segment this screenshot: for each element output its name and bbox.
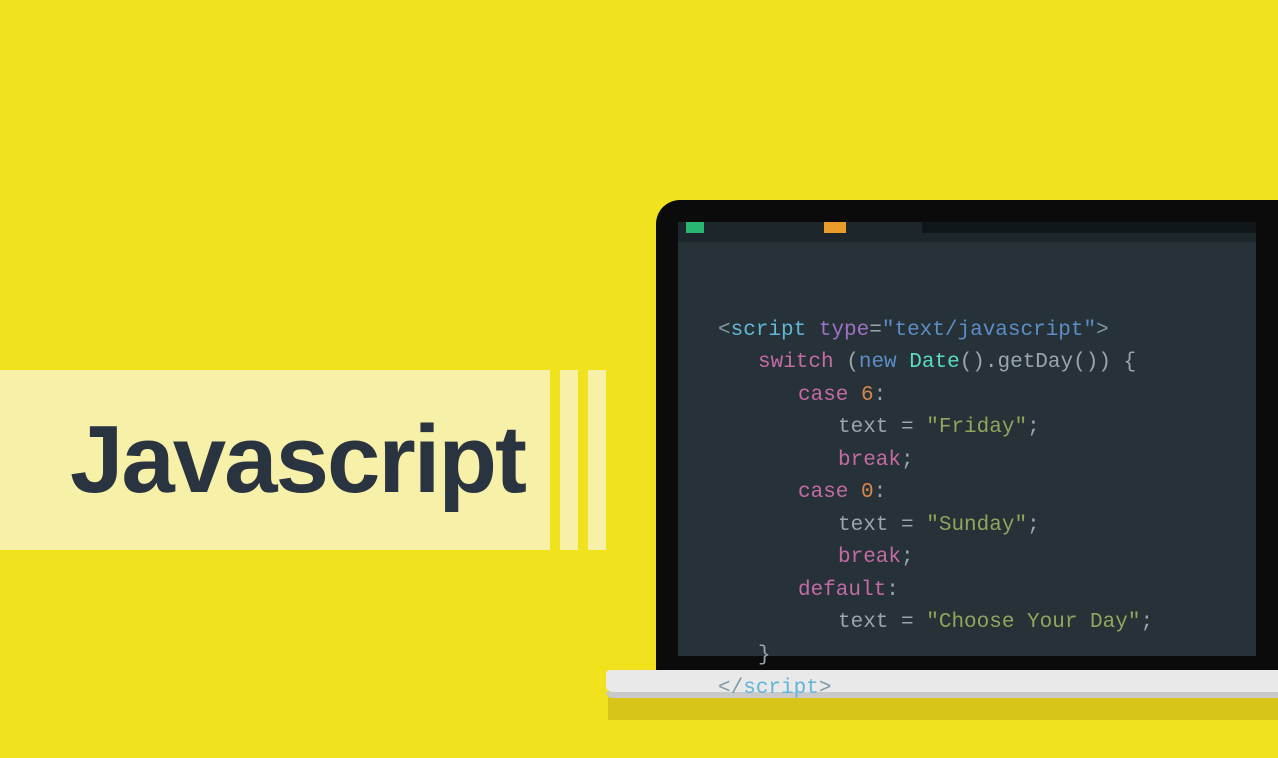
code-line-10: text = "Choose Your Day"; (718, 607, 1153, 640)
code-line-12: </script> (718, 677, 831, 700)
title-stripe-2 (588, 370, 606, 550)
code-line-4: text = "Friday"; (718, 412, 1040, 445)
title-band: Javascript (0, 370, 550, 550)
laptop-bezel: <script type="text/javascript"> switch (… (656, 200, 1278, 670)
code-block: <script type="text/javascript"> switch (… (678, 242, 1256, 758)
code-line-5: break; (718, 445, 914, 478)
code-line-9: default: (718, 575, 899, 608)
editor-screen: <script type="text/javascript"> switch (… (678, 222, 1256, 656)
code-line-8: break; (718, 542, 914, 575)
tab-dark-region (922, 222, 1256, 233)
code-line-11: } (718, 640, 771, 673)
page-title: Javascript (0, 405, 525, 515)
tab-indicator-orange (824, 222, 846, 233)
code-line-1: <script type="text/javascript"> (718, 319, 1109, 342)
code-line-3: case 6: (718, 380, 886, 413)
laptop-illustration: <script type="text/javascript"> switch (… (656, 200, 1278, 720)
code-line-6: case 0: (718, 477, 886, 510)
code-line-7: text = "Sunday"; (718, 510, 1040, 543)
code-line-2: switch (new Date().getDay()) { (718, 347, 1136, 380)
title-stripe-1 (560, 370, 578, 550)
editor-tabbar (678, 222, 1256, 242)
tab-indicator-green (686, 222, 704, 233)
